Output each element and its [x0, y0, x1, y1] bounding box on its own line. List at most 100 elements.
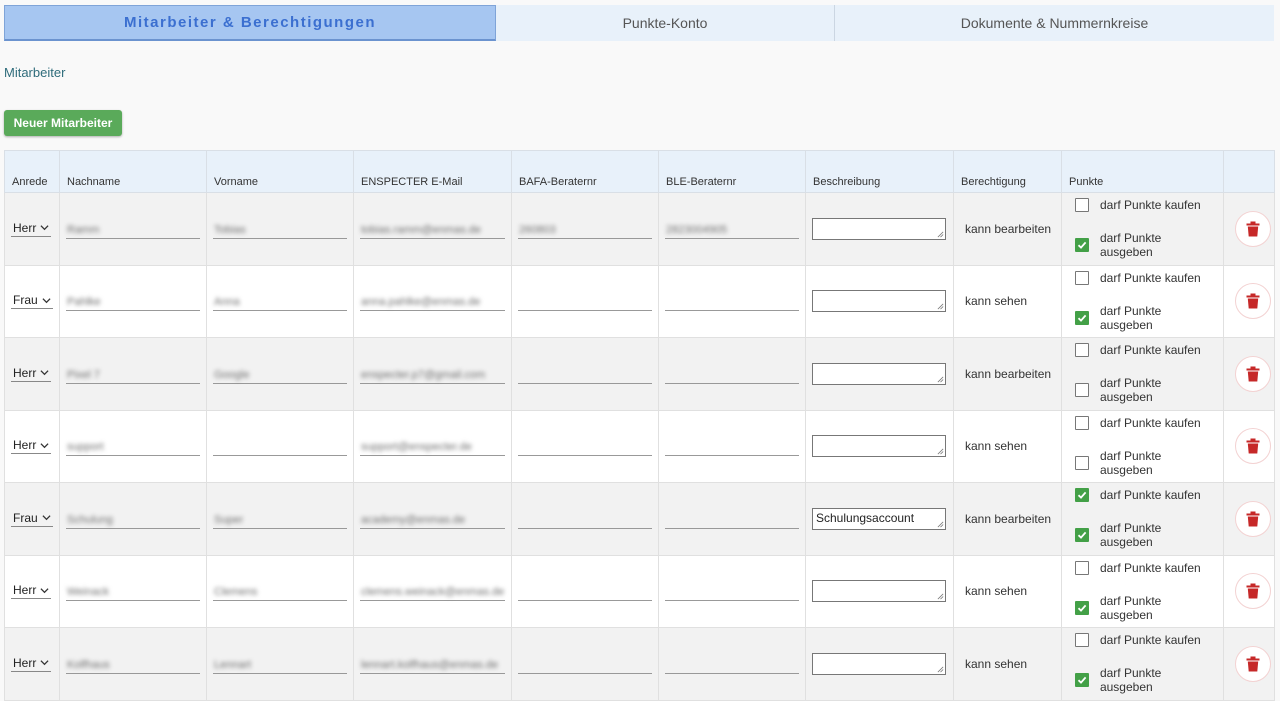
buy-points-checkbox[interactable]: [1075, 415, 1089, 430]
beschreibung-textarea[interactable]: [812, 435, 946, 458]
berechtigung-value[interactable]: kann bearbeiten: [960, 512, 1051, 526]
bafa-field[interactable]: [518, 509, 652, 529]
berechtigung-value[interactable]: kann sehen: [960, 584, 1027, 598]
email-field[interactable]: academy@enmas.de: [360, 509, 505, 529]
spend-points-checkbox[interactable]: [1075, 673, 1089, 688]
resize-grip-icon[interactable]: [937, 231, 944, 238]
spend-points-option[interactable]: darf Punkte ausgeben: [1075, 304, 1217, 332]
bafa-field[interactable]: [518, 581, 652, 602]
bafa-field[interactable]: [518, 654, 652, 674]
nachname-field[interactable]: Ramm: [66, 219, 200, 239]
anrede-select[interactable]: Herr: [11, 583, 52, 600]
buy-points-checkbox[interactable]: [1075, 343, 1089, 358]
anrede-select[interactable]: Frau: [11, 293, 53, 310]
buy-points-option[interactable]: darf Punkte kaufen: [1075, 633, 1217, 648]
tab-punkte-konto[interactable]: Punkte-Konto: [496, 5, 835, 41]
spend-points-option[interactable]: darf Punkte ausgeben: [1075, 666, 1217, 694]
spend-points-checkbox[interactable]: [1075, 238, 1089, 253]
nachname-field[interactable]: Pixel 7: [66, 364, 200, 384]
vorname-field[interactable]: Google: [213, 364, 347, 384]
bafa-field[interactable]: [518, 364, 652, 384]
anrede-select[interactable]: Frau: [11, 511, 53, 527]
spend-points-option[interactable]: darf Punkte ausgeben: [1075, 449, 1217, 477]
delete-button[interactable]: [1235, 428, 1271, 465]
tab-mitarbeiter[interactable]: Mitarbeiter & Berechtigungen: [4, 5, 496, 41]
vorname-field[interactable]: Super: [213, 509, 347, 529]
delete-button[interactable]: [1235, 500, 1271, 537]
email-field[interactable]: anna.pahlke@enmas.de: [360, 291, 505, 312]
bafa-field[interactable]: 260803: [518, 219, 652, 239]
anrede-select[interactable]: Herr: [11, 366, 52, 382]
spend-points-checkbox[interactable]: [1075, 528, 1089, 543]
new-employee-button[interactable]: Neuer Mitarbeiter: [4, 110, 122, 136]
resize-grip-icon[interactable]: [937, 448, 944, 455]
email-field[interactable]: clemens.weinack@enmas.de: [360, 581, 505, 602]
nachname-field[interactable]: Weinack: [66, 581, 200, 602]
vorname-field[interactable]: Tobias: [213, 219, 347, 239]
berechtigung-value[interactable]: kann sehen: [960, 294, 1027, 308]
email-field[interactable]: lennart.kolfhaus@enmas.de: [360, 654, 505, 674]
bafa-field[interactable]: [518, 436, 652, 457]
vorname-field[interactable]: Lennart: [213, 654, 347, 674]
nachname-field[interactable]: Schulung: [66, 509, 200, 529]
buy-points-option[interactable]: darf Punkte kaufen: [1075, 343, 1217, 358]
delete-button[interactable]: [1235, 355, 1271, 392]
bafa-field[interactable]: [518, 291, 652, 312]
nachname-field[interactable]: Kolfhaus: [66, 654, 200, 674]
beschreibung-textarea[interactable]: [812, 290, 946, 313]
anrede-select[interactable]: Herr: [11, 221, 52, 237]
resize-grip-icon[interactable]: [937, 376, 944, 383]
ble-field[interactable]: 2823004905: [665, 219, 799, 239]
email-field[interactable]: tobias.ramm@enmas.de: [360, 219, 505, 239]
beschreibung-textarea[interactable]: [812, 580, 946, 603]
ble-field[interactable]: [665, 581, 799, 602]
delete-button[interactable]: [1235, 283, 1271, 320]
beschreibung-textarea[interactable]: [812, 217, 946, 240]
resize-grip-icon[interactable]: [937, 666, 944, 673]
buy-points-checkbox[interactable]: [1075, 270, 1089, 285]
tab-dokumente[interactable]: Dokumente & Nummernkreise: [835, 5, 1274, 41]
email-field[interactable]: enspecter.p7@gmail.com: [360, 364, 505, 384]
berechtigung-value[interactable]: kann bearbeiten: [960, 367, 1051, 381]
spend-points-option[interactable]: darf Punkte ausgeben: [1075, 376, 1217, 404]
beschreibung-textarea[interactable]: [812, 362, 946, 385]
vorname-field[interactable]: Anna: [213, 291, 347, 312]
ble-field[interactable]: [665, 291, 799, 312]
buy-points-checkbox[interactable]: [1075, 633, 1089, 648]
anrede-select[interactable]: Herr: [11, 656, 52, 672]
buy-points-checkbox[interactable]: [1075, 488, 1089, 503]
ble-field[interactable]: [665, 436, 799, 457]
delete-button[interactable]: [1235, 573, 1271, 610]
buy-points-checkbox[interactable]: [1075, 560, 1089, 575]
spend-points-checkbox[interactable]: [1075, 600, 1089, 615]
nachname-field[interactable]: Pahlke: [66, 291, 200, 312]
berechtigung-value[interactable]: kann bearbeiten: [960, 222, 1051, 236]
buy-points-option[interactable]: darf Punkte kaufen: [1075, 198, 1217, 213]
spend-points-option[interactable]: darf Punkte ausgeben: [1075, 231, 1217, 259]
berechtigung-value[interactable]: kann sehen: [960, 657, 1027, 671]
spend-points-checkbox[interactable]: [1075, 310, 1089, 325]
beschreibung-textarea[interactable]: [812, 652, 946, 675]
spend-points-option[interactable]: darf Punkte ausgeben: [1075, 521, 1217, 549]
buy-points-option[interactable]: darf Punkte kaufen: [1075, 560, 1217, 575]
beschreibung-textarea[interactable]: Schulungsaccount: [812, 507, 946, 530]
buy-points-option[interactable]: darf Punkte kaufen: [1075, 488, 1217, 503]
ble-field[interactable]: [665, 364, 799, 384]
ble-field[interactable]: [665, 654, 799, 674]
vorname-field[interactable]: Clemens: [213, 581, 347, 602]
spend-points-option[interactable]: darf Punkte ausgeben: [1075, 594, 1217, 622]
spend-points-checkbox[interactable]: [1075, 383, 1089, 398]
berechtigung-value[interactable]: kann sehen: [960, 439, 1027, 453]
nachname-field[interactable]: support: [66, 436, 200, 457]
buy-points-checkbox[interactable]: [1075, 198, 1089, 213]
email-field[interactable]: support@enspecter.de: [360, 436, 505, 457]
anrede-select[interactable]: Herr: [11, 438, 52, 455]
buy-points-option[interactable]: darf Punkte kaufen: [1075, 415, 1217, 430]
ble-field[interactable]: [665, 509, 799, 529]
spend-points-checkbox[interactable]: [1075, 455, 1089, 470]
buy-points-option[interactable]: darf Punkte kaufen: [1075, 270, 1217, 285]
resize-grip-icon[interactable]: [937, 521, 944, 528]
resize-grip-icon[interactable]: [937, 593, 944, 600]
resize-grip-icon[interactable]: [937, 303, 944, 310]
delete-button[interactable]: [1235, 645, 1271, 682]
